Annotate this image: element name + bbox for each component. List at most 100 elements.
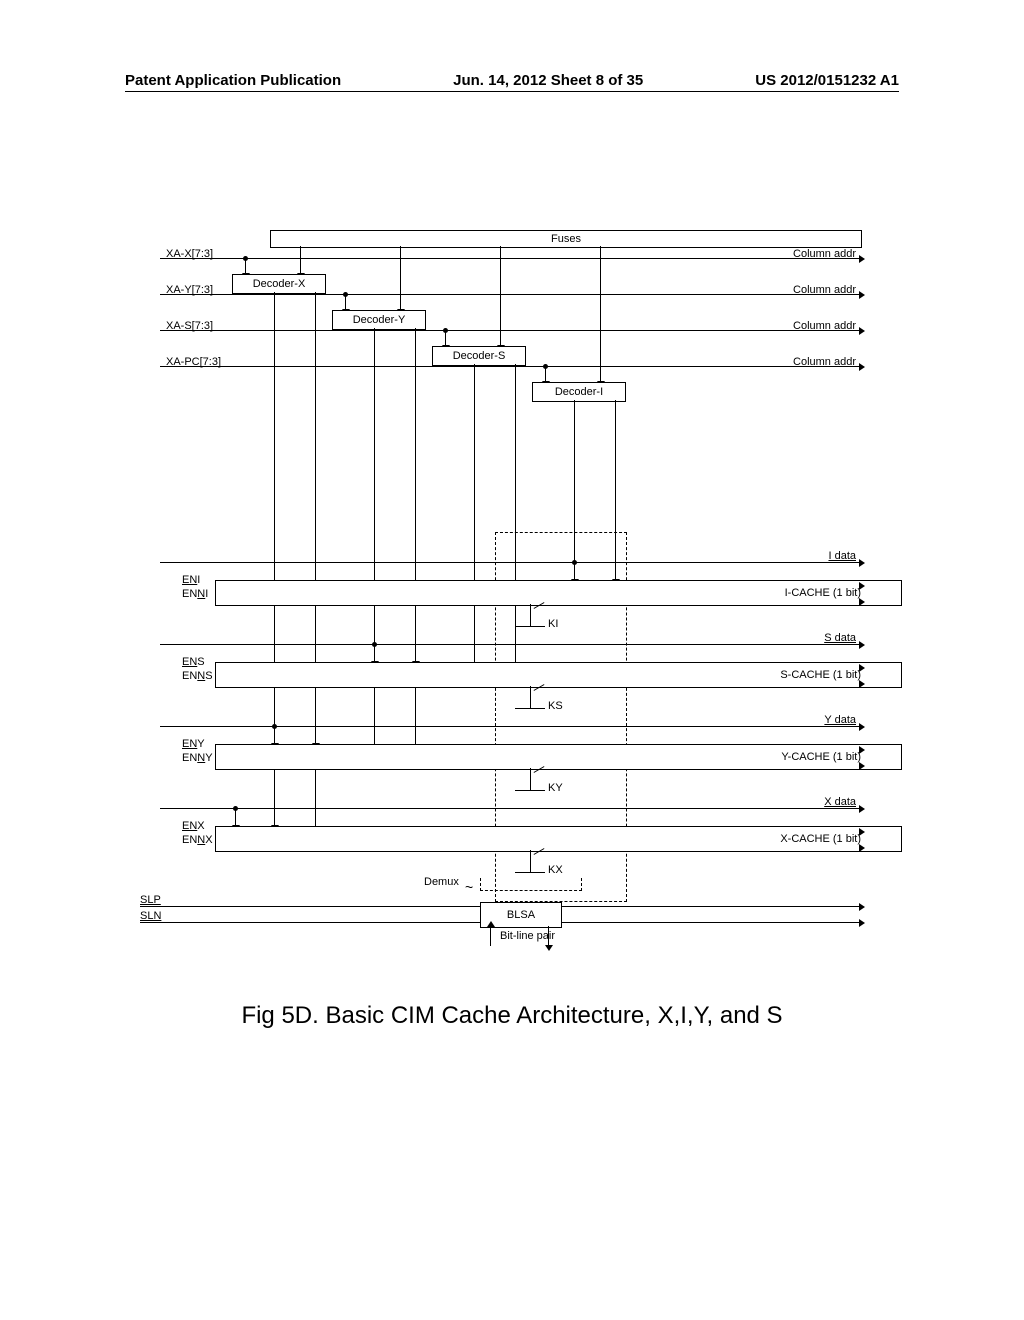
ennx-label: ENNX bbox=[182, 834, 213, 846]
ki-sw-v bbox=[530, 604, 531, 626]
enni-label: ENNI bbox=[182, 588, 208, 600]
v-fuse-s bbox=[500, 246, 501, 346]
arr-x1 bbox=[859, 828, 865, 836]
v-fuse-y bbox=[400, 246, 401, 310]
v-decy-down bbox=[374, 328, 375, 752]
kx-label: KX bbox=[548, 864, 563, 876]
s-data-label: S data bbox=[824, 632, 856, 644]
x-cache-label: X-CACHE (1 bit) bbox=[780, 833, 861, 845]
v-s-cache2 bbox=[415, 644, 416, 662]
ks-label: KS bbox=[548, 700, 563, 712]
x-cache-box: X-CACHE (1 bit) bbox=[215, 826, 902, 852]
arr-s2 bbox=[859, 680, 865, 688]
v-xax bbox=[245, 258, 246, 274]
ky-label: KY bbox=[548, 782, 563, 794]
figure-caption: Fig 5D. Basic CIM Cache Architecture, X,… bbox=[0, 1002, 1024, 1030]
v-fuse-x bbox=[300, 246, 301, 274]
arr-s1 bbox=[859, 664, 865, 672]
arrow-col1 bbox=[859, 255, 865, 263]
demux-tilde: ~ bbox=[465, 879, 473, 895]
col-addr-3: Column addr bbox=[793, 320, 856, 332]
v-y-cache bbox=[274, 726, 275, 744]
arr-y1 bbox=[859, 746, 865, 754]
decoder-i-box: Decoder-I bbox=[532, 382, 626, 402]
bitline-label: Bit-line pair bbox=[500, 930, 548, 942]
y-cache-label: Y-CACHE (1 bit) bbox=[781, 751, 861, 763]
demux-label: Demux bbox=[424, 876, 459, 888]
x-data-label: X data bbox=[824, 796, 856, 808]
y-data-line bbox=[160, 726, 860, 727]
v-x-cache2 bbox=[274, 808, 275, 826]
kx-sw-v bbox=[530, 850, 531, 872]
fuses-box: Fuses bbox=[270, 230, 862, 248]
x-data-line bbox=[160, 808, 860, 809]
xa-pc-line bbox=[160, 366, 860, 367]
xa-y-label: XA-Y[7:3] bbox=[166, 284, 213, 296]
header-left: Patent Application Publication bbox=[125, 72, 341, 89]
arr-x2 bbox=[859, 844, 865, 852]
i-data-label: I data bbox=[828, 550, 856, 562]
ky-sw-h bbox=[515, 790, 545, 791]
arrow-col3 bbox=[859, 327, 865, 335]
v-xay bbox=[345, 294, 346, 310]
arrow-col4 bbox=[859, 363, 865, 371]
col-addr-2: Column addr bbox=[793, 284, 856, 296]
xa-y-line bbox=[160, 294, 860, 295]
decoder-y-box: Decoder-Y bbox=[332, 310, 426, 330]
v-fuse-y2 bbox=[415, 328, 416, 752]
xa-x-label: XA-X[7:3] bbox=[166, 248, 213, 260]
bitline-up bbox=[490, 926, 491, 946]
v-i-cache2 bbox=[615, 562, 616, 580]
ens-label: ENS bbox=[182, 656, 205, 668]
enx-label: ENX bbox=[182, 820, 205, 832]
s-cache-box: S-CACHE (1 bit) bbox=[215, 662, 902, 688]
v-fuse-i bbox=[600, 246, 601, 382]
col-addr-4: Column addr bbox=[793, 356, 856, 368]
y-data-label: Y data bbox=[824, 714, 856, 726]
xa-x-line bbox=[160, 258, 860, 259]
header-right: US 2012/0151232 A1 bbox=[755, 72, 899, 89]
i-data-line bbox=[160, 562, 860, 563]
page-header: Patent Application Publication Jun. 14, … bbox=[125, 72, 899, 92]
decoder-s-box: Decoder-S bbox=[432, 346, 526, 366]
v-s-cache bbox=[374, 644, 375, 662]
blsa-label: BLSA bbox=[507, 909, 535, 921]
ki-sw-h bbox=[515, 626, 545, 627]
v-i-cache bbox=[574, 562, 575, 580]
decoder-i-label: Decoder-I bbox=[555, 386, 603, 398]
demux-brace bbox=[480, 878, 582, 891]
arrow-col2 bbox=[859, 291, 865, 299]
i-cache-label: I-CACHE (1 bit) bbox=[785, 587, 861, 599]
col-addr-1: Column addr bbox=[793, 248, 856, 260]
enny-label: ENNY bbox=[182, 752, 213, 764]
v-xas bbox=[445, 330, 446, 346]
decoder-y-label: Decoder-Y bbox=[353, 314, 406, 326]
arr-i1 bbox=[859, 582, 865, 590]
xa-s-line bbox=[160, 330, 860, 331]
xa-s-label: XA-S[7:3] bbox=[166, 320, 213, 332]
ki-label: KI bbox=[548, 618, 558, 630]
diagram-container: Fuses XA-X[7:3] Column addr XA-Y[7:3] Co… bbox=[160, 230, 860, 970]
v-x-cache bbox=[235, 808, 236, 826]
decoder-x-label: Decoder-X bbox=[253, 278, 306, 290]
s-data-line bbox=[160, 644, 860, 645]
ks-sw-v bbox=[530, 686, 531, 708]
enns-label: ENNS bbox=[182, 670, 213, 682]
v-y-cache2 bbox=[315, 726, 316, 744]
decoder-s-label: Decoder-S bbox=[453, 350, 506, 362]
eny-label: ENY bbox=[182, 738, 205, 750]
ky-sw-v bbox=[530, 768, 531, 790]
ks-sw-h bbox=[515, 708, 545, 709]
kx-sw-h bbox=[515, 872, 545, 873]
sln-label: SLN bbox=[140, 910, 161, 922]
s-cache-label: S-CACHE (1 bit) bbox=[780, 669, 861, 681]
y-cache-box: Y-CACHE (1 bit) bbox=[215, 744, 902, 770]
fuses-label: Fuses bbox=[551, 233, 581, 245]
slp-label: SLP bbox=[140, 894, 161, 906]
decoder-x-box: Decoder-X bbox=[232, 274, 326, 294]
xa-pc-label: XA-PC[7:3] bbox=[166, 356, 221, 368]
v-xapc bbox=[545, 366, 546, 382]
header-center: Jun. 14, 2012 Sheet 8 of 35 bbox=[453, 72, 643, 89]
arr-i2 bbox=[859, 598, 865, 606]
arr-y2 bbox=[859, 762, 865, 770]
